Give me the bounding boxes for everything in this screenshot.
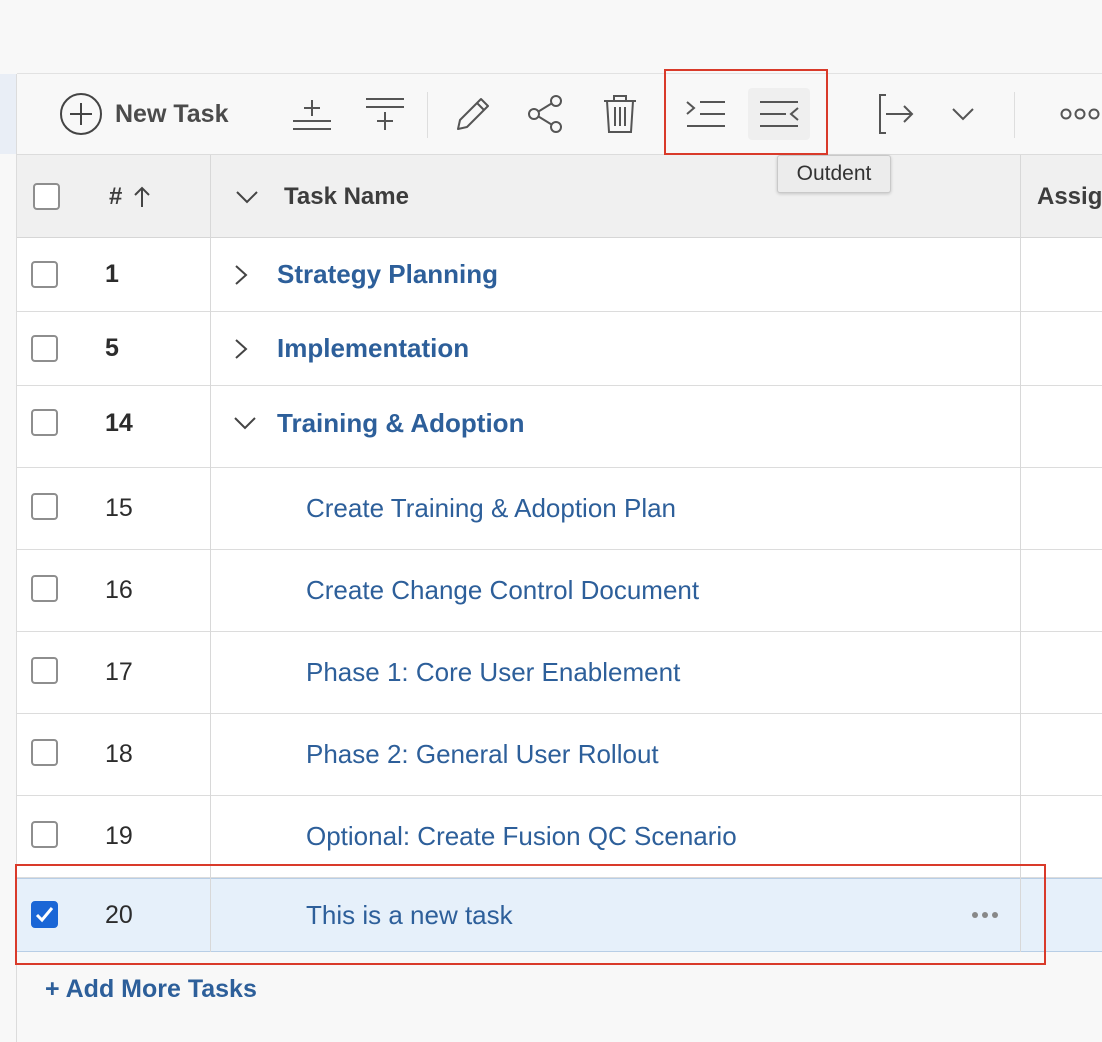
- assignments-column-header[interactable]: Assign: [1037, 155, 1102, 238]
- expand-toggle[interactable]: [233, 238, 249, 311]
- table-row[interactable]: 1 Strategy Planning: [17, 238, 1102, 312]
- pencil-icon: [457, 98, 489, 130]
- row-number: 5: [105, 334, 119, 362]
- edit-button[interactable]: [447, 88, 497, 140]
- column-divider: [210, 155, 211, 952]
- row-number: 15: [105, 494, 133, 522]
- insert-task-above-button[interactable]: [360, 88, 410, 140]
- row-checkbox[interactable]: [31, 409, 58, 436]
- task-name-link[interactable]: Phase 1: Core User Enablement: [306, 632, 680, 713]
- table-row[interactable]: 15 Create Training & Adoption Plan: [17, 468, 1102, 550]
- select-all-checkbox[interactable]: [33, 183, 60, 210]
- row-checkbox[interactable]: [31, 493, 58, 520]
- toolbar-separator: [1014, 92, 1015, 138]
- more-horizontal-icon: [1060, 108, 1100, 120]
- table-row[interactable]: 14 Training & Adoption: [17, 386, 1102, 468]
- add-circle-icon: [60, 93, 102, 135]
- collapse-toggle[interactable]: [233, 386, 257, 460]
- row-number: 14: [105, 408, 133, 437]
- sort-ascending-icon: [134, 186, 151, 207]
- task-name-link[interactable]: Strategy Planning: [277, 238, 498, 311]
- task-name-link[interactable]: Training & Adoption: [277, 386, 524, 460]
- table-row[interactable]: 5 Implementation: [17, 312, 1102, 386]
- table-row[interactable]: 16 Create Change Control Document: [17, 550, 1102, 632]
- chevron-down-icon: [236, 190, 258, 203]
- export-icon: [879, 94, 914, 134]
- insert-below-icon: [293, 100, 331, 130]
- row-number: 18: [105, 740, 133, 768]
- outdent-tooltip: Outdent: [777, 155, 891, 193]
- chevron-down-icon: [234, 417, 256, 430]
- share-icon: [528, 95, 562, 133]
- task-name-link[interactable]: Implementation: [277, 312, 469, 385]
- new-task-button[interactable]: New Task: [59, 92, 228, 136]
- row-checkbox[interactable]: [31, 739, 58, 766]
- chevron-right-icon: [235, 338, 248, 359]
- tooltip-text: Outdent: [796, 162, 872, 185]
- row-checkbox[interactable]: [31, 821, 58, 848]
- assignments-column-label: Assign: [1037, 182, 1102, 210]
- export-button[interactable]: [867, 88, 921, 140]
- task-toolbar: New Task: [17, 73, 1102, 155]
- export-dropdown-button[interactable]: [943, 88, 983, 140]
- delete-button[interactable]: [595, 88, 645, 140]
- row-checkbox[interactable]: [31, 657, 58, 684]
- row-number: 17: [105, 658, 133, 686]
- add-more-tasks-link[interactable]: + Add More Tasks: [45, 975, 257, 1004]
- insert-above-icon: [366, 98, 404, 130]
- more-actions-button[interactable]: [1059, 88, 1102, 140]
- expand-toggle[interactable]: [233, 312, 249, 385]
- chevron-down-icon: [952, 108, 974, 121]
- chevron-right-icon: [235, 264, 248, 285]
- task-name-link[interactable]: Create Training & Adoption Plan: [306, 468, 676, 549]
- row-number: 16: [105, 576, 133, 604]
- row-checkbox[interactable]: [31, 335, 58, 362]
- task-name-column-header[interactable]: Task Name: [284, 155, 409, 238]
- highlight-new-task-row: [15, 864, 1046, 965]
- task-name-link[interactable]: Create Change Control Document: [306, 550, 699, 631]
- share-button[interactable]: [520, 88, 570, 140]
- table-row[interactable]: 17 Phase 1: Core User Enablement: [17, 632, 1102, 714]
- toolbar-separator: [427, 92, 428, 138]
- number-column-header[interactable]: #: [109, 155, 152, 238]
- task-name-column-label: Task Name: [284, 182, 409, 210]
- highlight-indent-outdent: [664, 69, 828, 155]
- task-name-collapse-toggle[interactable]: [235, 155, 259, 238]
- row-checkbox[interactable]: [31, 575, 58, 602]
- table-header: # Task Name Assign: [17, 155, 1102, 238]
- insert-task-below-button[interactable]: [287, 88, 337, 140]
- task-name-link[interactable]: Phase 2: General User Rollout: [306, 714, 659, 795]
- left-rail-highlight: [0, 74, 16, 154]
- table-row[interactable]: 18 Phase 2: General User Rollout: [17, 714, 1102, 796]
- column-divider: [1020, 155, 1021, 952]
- row-checkbox[interactable]: [31, 261, 58, 288]
- number-column-label: #: [109, 182, 123, 210]
- row-number: 1: [105, 260, 119, 288]
- trash-icon: [604, 95, 636, 133]
- new-task-label: New Task: [115, 99, 229, 128]
